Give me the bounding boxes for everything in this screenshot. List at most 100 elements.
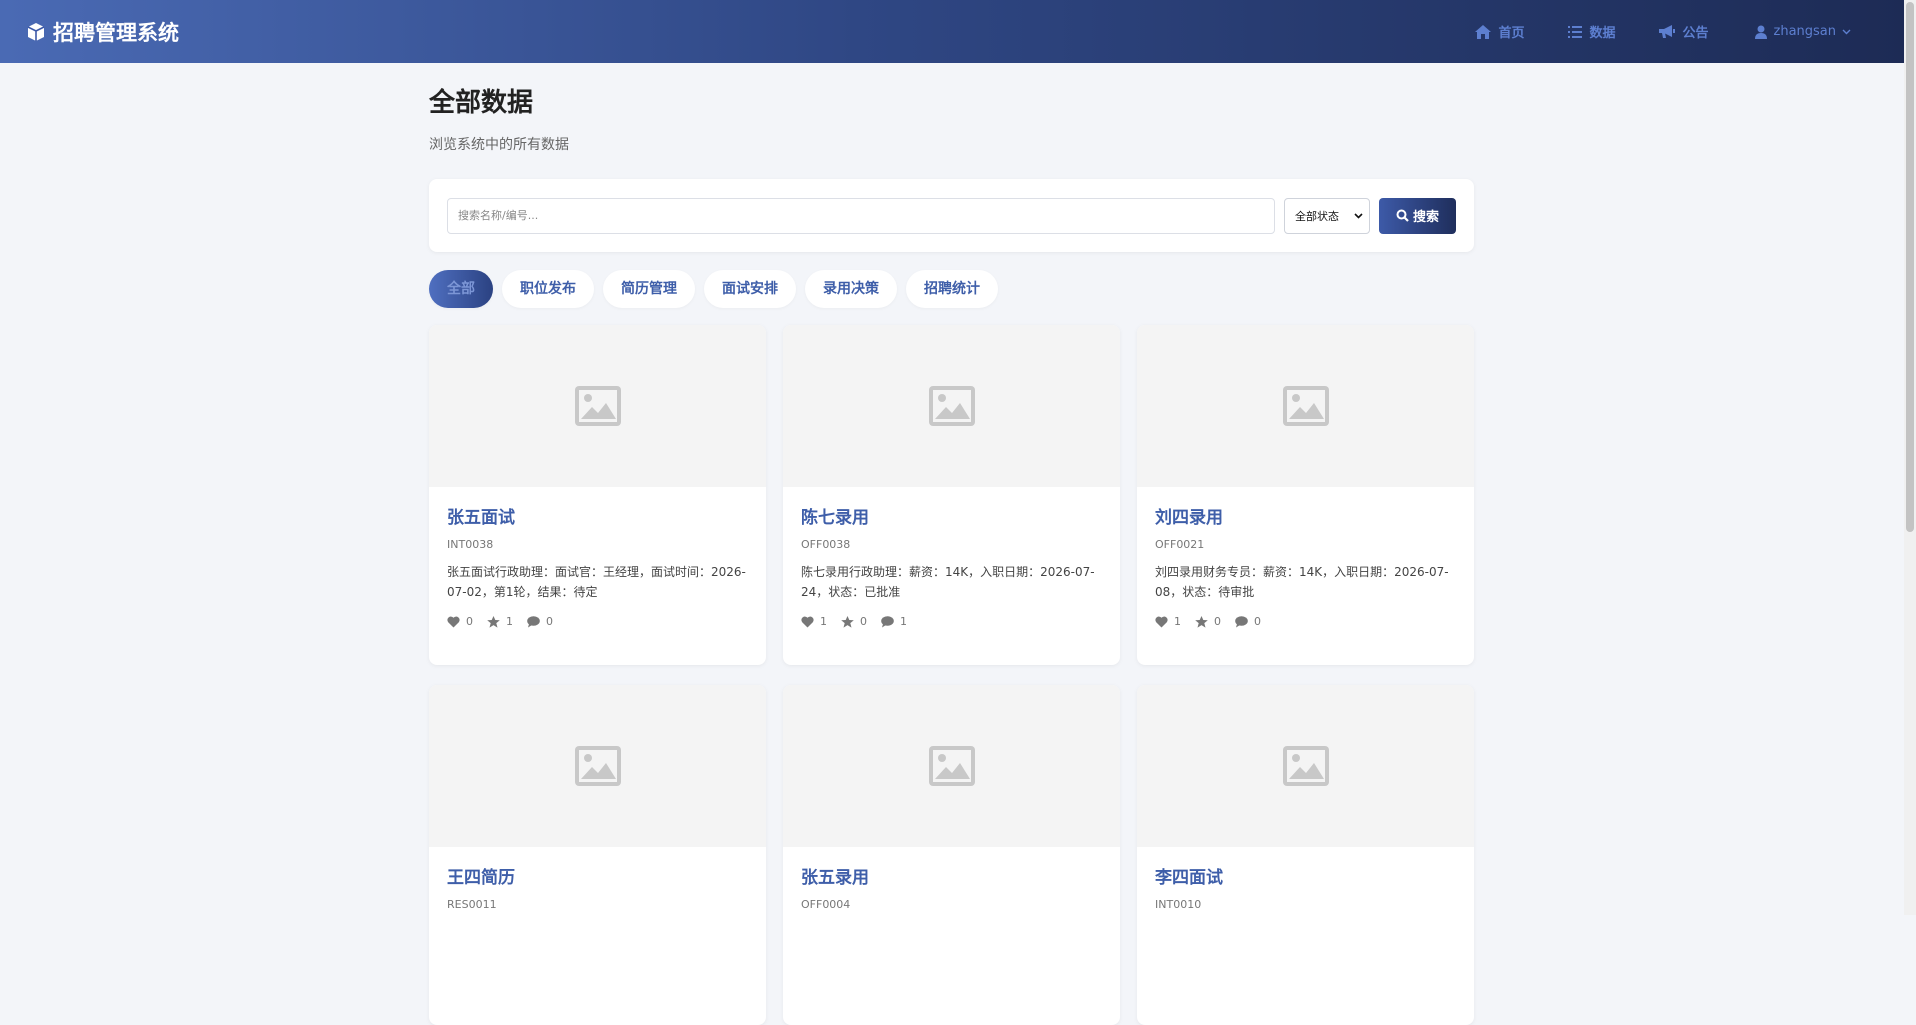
image-placeholder-icon [1282,746,1329,786]
comment-icon [527,615,540,627]
data-card[interactable]: 张五面试 INT0038 张五面试行政助理：面试官：王经理，面试时间：2026-… [429,325,766,665]
status-select-value: 全部状态 [1295,209,1339,223]
star-icon [487,615,500,628]
list-icon [1568,25,1583,38]
star-icon [1195,615,1208,628]
card-code: OFF0004 [801,898,851,911]
page-subtitle: 浏览系统中的所有数据 [429,137,569,153]
favorites-count: 0 [860,615,867,628]
favorites-stat[interactable]: 1 [487,615,513,628]
comments-count: 1 [900,615,907,628]
search-button[interactable]: 搜索 [1379,197,1456,234]
image-placeholder-icon [574,746,621,786]
nav-announcement-label: 公告 [1682,26,1709,41]
card-description: 陈七录用行政助理：薪资：14K，入职日期：2026-07-24，状态：已批准 [801,565,1095,599]
card-title[interactable]: 王四简历 [447,867,748,889]
favorites-count: 0 [1214,615,1221,628]
main-content: 全部数据 浏览系统中的所有数据 全部状态 搜索 全部 职位发布 简历管理 面试安… [429,63,1474,1025]
search-button-label: 搜索 [1412,210,1439,225]
vertical-scrollbar[interactable] [1904,0,1916,915]
cube-icon [27,22,45,41]
nav-home-label: 首页 [1498,26,1525,41]
status-select[interactable]: 全部状态 [1284,197,1370,234]
card-code: INT0038 [447,538,494,551]
page-title: 全部数据 [429,88,534,118]
comments-count: 0 [1254,615,1261,628]
scrollbar-thumb[interactable] [1906,2,1914,532]
card-thumbnail [783,325,1120,487]
comments-stat[interactable]: 0 [1235,615,1261,628]
likes-stat[interactable]: 1 [801,615,827,628]
likes-stat[interactable]: 1 [1155,615,1181,628]
data-card[interactable]: 张五录用 OFF0004 [783,685,1120,1025]
card-title[interactable]: 刘四录用 [1155,507,1456,529]
tab-all[interactable]: 全部 [429,270,493,308]
heart-icon [1155,616,1168,627]
data-card[interactable]: 刘四录用 OFF0021 刘四录用财务专员：薪资：14K，入职日期：2026-0… [1137,325,1474,665]
card-code: INT0010 [1155,898,1202,911]
card-thumbnail [1137,325,1474,487]
search-input[interactable] [447,197,1275,234]
comments-stat[interactable]: 1 [881,615,907,628]
likes-count: 0 [466,615,473,628]
card-stats: 0 1 0 [447,615,748,628]
card-thumbnail [429,685,766,847]
card-stats: 1 0 0 [1155,615,1456,628]
heart-icon [447,616,460,627]
comments-count: 0 [546,615,553,628]
star-icon [841,615,854,628]
brand[interactable]: 招聘管理系统 [26,17,179,47]
heart-icon [801,616,814,627]
data-card[interactable]: 李四面试 INT0010 [1137,685,1474,1025]
comment-icon [1235,615,1248,627]
home-icon [1475,24,1492,39]
chevron-down-icon [1354,212,1363,219]
image-placeholder-icon [574,386,621,426]
image-placeholder-icon [928,386,975,426]
likes-stat[interactable]: 0 [447,615,473,628]
comments-stat[interactable]: 0 [527,615,553,628]
top-navbar: 招聘管理系统 首页 数据 公告 zhangsan [0,0,1904,63]
card-grid: 张五面试 INT0038 张五面试行政助理：面试官：王经理，面试时间：2026-… [429,325,1474,1025]
data-card[interactable]: 陈七录用 OFF0038 陈七录用行政助理：薪资：14K，入职日期：2026-0… [783,325,1120,665]
card-code: OFF0038 [801,538,851,551]
favorites-count: 1 [506,615,513,628]
favorites-stat[interactable]: 0 [1195,615,1221,628]
card-title[interactable]: 陈七录用 [801,507,1102,529]
nav-data-link[interactable]: 数据 [1568,22,1615,41]
card-title[interactable]: 张五录用 [801,867,1102,889]
user-menu[interactable]: zhangsan [1754,24,1859,39]
tab-resume[interactable]: 简历管理 [603,270,695,308]
card-stats: 1 0 1 [801,615,1102,628]
tab-offer[interactable]: 录用决策 [805,270,897,308]
nav-announcement-link[interactable]: 公告 [1659,22,1709,41]
image-placeholder-icon [928,746,975,786]
nav-data-label: 数据 [1589,26,1616,41]
tab-statistics[interactable]: 招聘统计 [906,270,998,308]
image-placeholder-icon [1282,386,1329,426]
username: zhangsan [1773,24,1837,39]
likes-count: 1 [1174,615,1181,628]
search-panel: 全部状态 搜索 [429,179,1474,252]
chevron-down-icon [1842,29,1851,34]
search-icon [1396,209,1409,222]
likes-count: 1 [820,615,827,628]
comment-icon [881,615,894,627]
card-thumbnail [429,325,766,487]
favorites-stat[interactable]: 0 [841,615,867,628]
brand-title: 招聘管理系统 [53,20,179,45]
card-title[interactable]: 张五面试 [447,507,748,529]
megaphone-icon [1659,24,1676,38]
tab-interview[interactable]: 面试安排 [704,270,796,308]
card-description: 刘四录用财务专员：薪资：14K，入职日期：2026-07-08，状态：待审批 [1155,565,1449,599]
data-card[interactable]: 王四简历 RES0011 [429,685,766,1025]
category-tabs: 全部 职位发布 简历管理 面试安排 录用决策 招聘统计 [429,270,1474,308]
nav-home-link[interactable]: 首页 [1475,22,1524,41]
tab-job-posting[interactable]: 职位发布 [502,270,594,308]
user-icon [1754,25,1767,39]
card-code: RES0011 [447,898,497,911]
card-description: 张五面试行政助理：面试官：王经理，面试时间：2026-07-02，第1轮，结果：… [447,565,746,599]
card-thumbnail [1137,685,1474,847]
card-code: OFF0021 [1155,538,1205,551]
card-title[interactable]: 李四面试 [1155,867,1456,889]
